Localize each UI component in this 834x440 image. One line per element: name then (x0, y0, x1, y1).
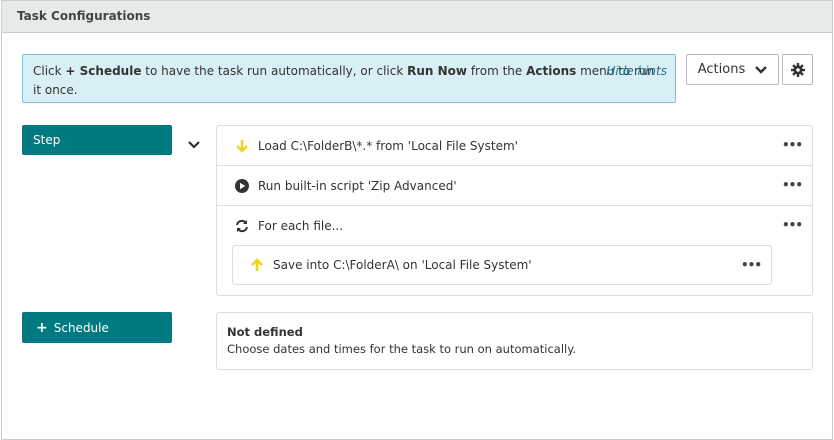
step-text: Save into C:\FolderA\ on 'Local File Sys… (273, 258, 532, 272)
step-row[interactable]: Load C:\FolderB\*.* from 'Local File Sys… (217, 126, 812, 166)
step-button[interactable]: Step (22, 125, 172, 155)
more-menu-icon[interactable]: ••• (741, 258, 762, 272)
schedule-panel: Not defined Choose dates and times for t… (216, 312, 813, 370)
more-menu-icon[interactable]: ••• (782, 218, 803, 232)
step-text: Load C:\FolderB\*.* from 'Local File Sys… (258, 138, 518, 153)
step-row-loop[interactable]: For each file... ••• (217, 206, 812, 246)
step-label: Step (33, 133, 61, 147)
play-circle-icon (235, 178, 249, 193)
more-menu-icon[interactable]: ••• (782, 138, 803, 152)
hint-box: Click + Schedule to have the task run au… (22, 54, 676, 103)
hide-hints-link[interactable]: Hide hints (606, 62, 667, 81)
panel-header: Task Configurations (1, 0, 833, 33)
schedule-description: Choose dates and times for the task to r… (227, 342, 577, 356)
plus-icon: + (36, 319, 48, 336)
hint-text: Click (33, 64, 66, 78)
nested-step-row[interactable]: Save into C:\FolderA\ on 'Local File Sys… (232, 245, 772, 285)
chevron-down-icon[interactable] (188, 140, 200, 150)
actions-label: Actions (697, 62, 746, 77)
arrow-down-icon (235, 139, 249, 153)
settings-button[interactable] (782, 54, 813, 85)
gear-icon (790, 62, 805, 77)
step-text: Run built-in script 'Zip Advanced' (258, 178, 457, 193)
step-row[interactable]: Run built-in script 'Zip Advanced' ••• (217, 166, 812, 206)
schedule-status: Not defined (227, 325, 303, 339)
add-schedule-button[interactable]: + Schedule (22, 312, 172, 343)
refresh-icon (235, 219, 249, 233)
actions-button[interactable]: Actions (686, 54, 779, 85)
more-menu-icon[interactable]: ••• (782, 178, 803, 192)
arrow-up-icon (250, 258, 264, 272)
schedule-label: Schedule (53, 320, 109, 335)
steps-panel: Load C:\FolderB\*.* from 'Local File Sys… (216, 125, 813, 296)
chevron-down-icon (755, 65, 768, 74)
hint-bold-run-now: Run Now (407, 64, 468, 78)
hint-text: from the (467, 64, 527, 78)
page-title: Task Configurations (17, 9, 151, 23)
step-text: For each file... (258, 219, 344, 233)
hint-bold-actions: Actions (526, 64, 577, 78)
hint-bold-schedule: + Schedule (65, 64, 142, 78)
hint-text: to have the task run automatically, or c… (141, 64, 408, 78)
